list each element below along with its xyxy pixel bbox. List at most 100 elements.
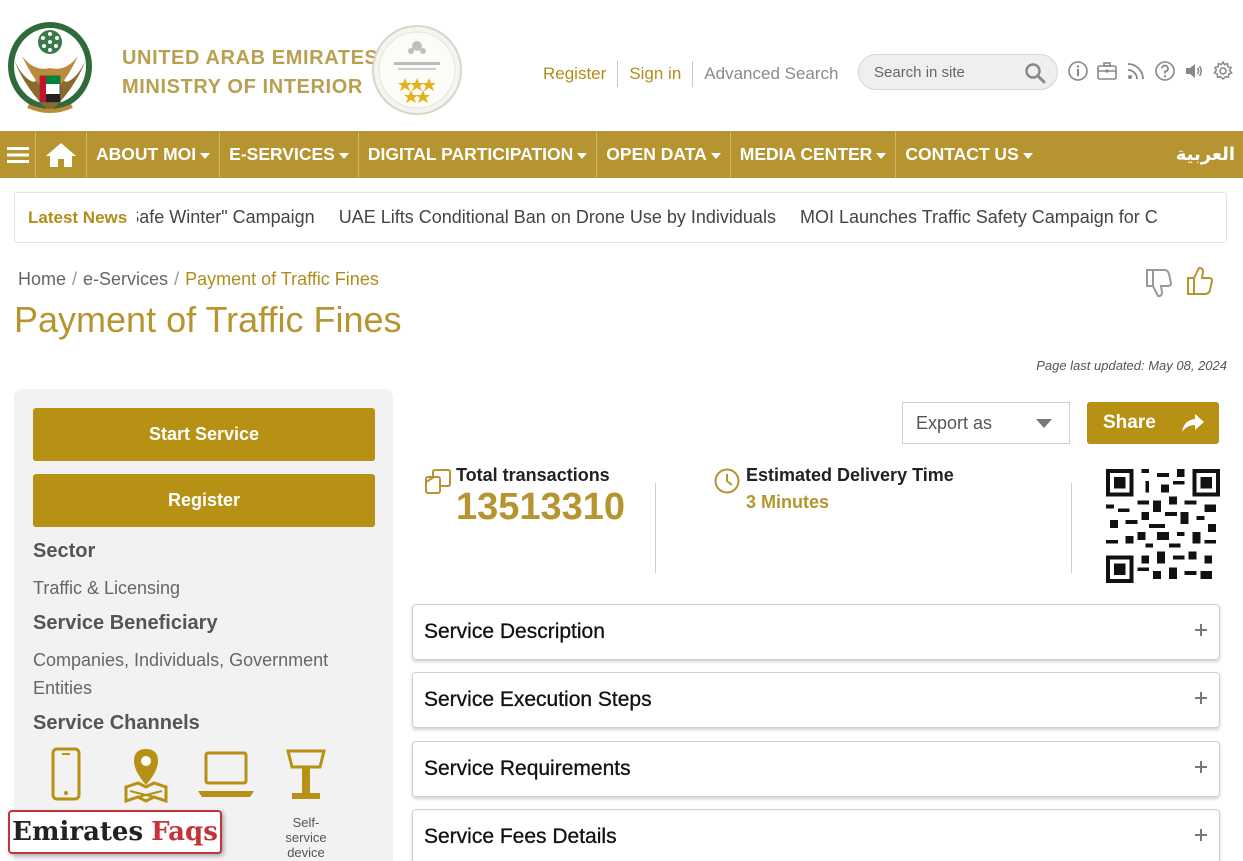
menu-button[interactable] (0, 131, 36, 178)
nav-e-services[interactable]: E-SERVICES (220, 131, 359, 178)
dropdown-arrow-icon (1036, 419, 1052, 428)
share-arrow-icon (1182, 414, 1204, 432)
news-ticker: Latest News Safe Winter" Campaign UAE Li… (14, 192, 1227, 243)
page-title: Payment of Traffic Fines (14, 299, 402, 340)
start-service-button[interactable]: Start Service (33, 408, 375, 461)
accordion-service-requirements[interactable]: Service Requirements (412, 741, 1220, 797)
sector-value: Traffic & Licensing (33, 578, 181, 598)
nav-contact-us[interactable]: CONTACT US (896, 131, 1041, 178)
nav-media-center[interactable]: MEDIA CENTER (731, 131, 897, 178)
plus-icon (1195, 624, 1207, 636)
help-icon[interactable] (1154, 60, 1176, 82)
advanced-search-link[interactable]: Advanced Search (693, 61, 849, 87)
breadcrumb-current: Payment of Traffic Fines (185, 269, 379, 289)
watermark-part2: Faqs (151, 817, 218, 847)
copy-transactions-icon (425, 469, 451, 494)
breadcrumb-home[interactable]: Home (18, 269, 66, 290)
register-button[interactable]: Register (33, 474, 375, 527)
plus-icon (1195, 692, 1207, 704)
channels-heading: Service Channels (33, 712, 200, 734)
clock-icon (714, 468, 740, 494)
nav-digital-participation[interactable]: DIGITAL PARTICIPATION (359, 131, 598, 178)
nav-open-data-label: OPEN DATA (606, 144, 707, 164)
nav-contact-us-label: CONTACT US (905, 144, 1019, 164)
emirates-faqs-watermark: Emirates Faqs (8, 810, 222, 854)
caret-down-icon (577, 152, 588, 159)
news-item[interactable]: Safe Winter" Campaign (137, 207, 314, 227)
ministry-name-line1: UNITED ARAB EMIRATES (122, 47, 379, 69)
news-item[interactable]: UAE Lifts Conditional Ban on Drone Use b… (339, 207, 776, 227)
nav-open-data[interactable]: OPEN DATA (597, 131, 731, 178)
breadcrumb-separator: / (72, 269, 78, 289)
volume-icon[interactable] (1183, 60, 1205, 82)
star-rating-badge (372, 25, 462, 115)
nav-media-center-label: MEDIA CENTER (739, 144, 873, 164)
info-icon[interactable] (1067, 60, 1089, 82)
accordion-service-description[interactable]: Service Description (412, 604, 1220, 660)
ministry-name-line2: MINISTRY OF INTERIOR (122, 76, 363, 98)
beneficiary-heading: Service Beneficiary (33, 612, 218, 634)
language-switch[interactable]: العربية (1176, 131, 1235, 178)
uae-emblem-logo[interactable] (6, 20, 94, 118)
main-nav: ABOUT MOI E-SERVICES DIGITAL PARTICIPATI… (0, 131, 1243, 178)
caret-down-icon (200, 152, 211, 159)
share-button[interactable]: Share (1087, 402, 1219, 444)
thumbs-down-icon[interactable] (1144, 266, 1174, 298)
nav-digital-participation-label: DIGITAL PARTICIPATION (367, 144, 574, 164)
beneficiary-value: Companies, Individuals, Government Entit… (33, 650, 329, 698)
accordion-service-fees-details[interactable]: Service Fees Details (412, 809, 1220, 861)
breadcrumb-e-services[interactable]: e-Services (83, 269, 168, 290)
total-transactions-value: 13513310 (456, 486, 626, 528)
site-header: UNITED ARAB EMIRATES MINISTRY OF INTERIO… (0, 0, 1243, 130)
accordion-title: Service Requirements (424, 757, 631, 780)
delivery-time-label: Estimated Delivery Time (746, 465, 954, 485)
share-label: Share (1103, 412, 1156, 433)
briefcase-icon[interactable] (1096, 60, 1118, 82)
breadcrumb: Home / e-Services / Payment of Traffic F… (18, 269, 379, 290)
export-as-dropdown[interactable]: Export as (902, 402, 1070, 444)
channel-self-service[interactable]: Self-service device (276, 747, 336, 860)
sector-heading: Sector (33, 540, 96, 562)
home-button[interactable] (36, 131, 87, 178)
total-transactions-label: Total transactions (456, 465, 610, 485)
divider (655, 483, 656, 573)
accordion-title: Service Description (424, 620, 605, 643)
accordion-service-execution-steps[interactable]: Service Execution Steps (412, 672, 1220, 728)
channel-label: Self-service device (285, 815, 327, 860)
laptop-icon (198, 751, 254, 797)
smartphone-icon (51, 747, 81, 801)
register-link[interactable]: Register (543, 61, 619, 87)
thumbs-up-icon[interactable] (1185, 266, 1215, 298)
accordion-title: Service Fees Details (424, 825, 617, 848)
nav-about-moi[interactable]: ABOUT MOI (87, 131, 221, 178)
plus-icon (1195, 761, 1207, 773)
news-item[interactable]: MOI Launches Traffic Safety Campaign for… (800, 207, 1158, 227)
page-last-updated: Page last updated: May 08, 2024 (1036, 358, 1227, 373)
settings-icon[interactable] (1212, 60, 1234, 82)
caret-down-icon (710, 152, 721, 159)
caret-down-icon (1022, 152, 1033, 159)
qr-code (1106, 469, 1220, 583)
location-pin-icon (124, 749, 168, 803)
caret-down-icon (338, 152, 349, 159)
accordion-title: Service Execution Steps (424, 688, 652, 711)
feedback-buttons (1144, 266, 1215, 298)
nav-e-services-label: E-SERVICES (229, 144, 335, 164)
service-sidebar: Start Service Register Sector Traffic & … (14, 389, 393, 861)
sign-in-link[interactable]: Sign in (618, 61, 694, 87)
divider (1071, 483, 1072, 573)
rss-icon[interactable] (1125, 60, 1147, 82)
plus-icon (1195, 829, 1207, 841)
kiosk-icon (286, 749, 326, 799)
news-track: Safe Winter" Campaign UAE Lifts Conditio… (137, 207, 1226, 228)
top-links: Register Sign in Advanced Search (543, 60, 850, 88)
delivery-time-value: 3 Minutes (746, 492, 830, 512)
search-input[interactable] (859, 63, 1019, 81)
home-icon (46, 142, 76, 167)
caret-down-icon (876, 152, 887, 159)
nav-about-moi-label: ABOUT MOI (96, 144, 197, 164)
ministry-name: UNITED ARAB EMIRATES MINISTRY OF INTERIO… (122, 44, 378, 102)
search-icon[interactable] (1024, 62, 1046, 84)
site-search (858, 54, 1058, 90)
latest-news-label: Latest News (15, 207, 138, 228)
